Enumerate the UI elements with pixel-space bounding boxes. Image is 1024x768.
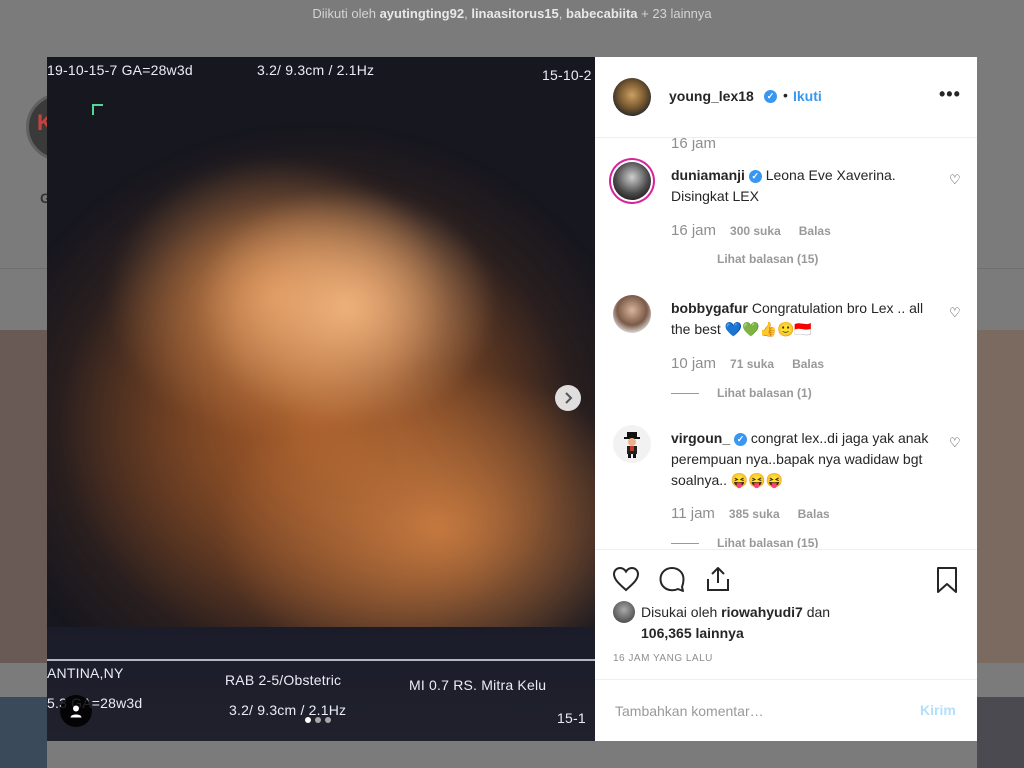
share-icon[interactable] bbox=[704, 566, 732, 592]
liker-avatar[interactable] bbox=[613, 601, 635, 623]
view-replies-link[interactable]: Lihat balasan (15) bbox=[671, 536, 818, 548]
ultrasound-header-right: 15-10-2 bbox=[542, 67, 592, 83]
more-options-icon[interactable]: ••• bbox=[939, 84, 961, 105]
carousel-indicator bbox=[305, 717, 331, 723]
ultrasound-marker bbox=[92, 104, 103, 115]
comment-likes[interactable]: 300 suka bbox=[730, 224, 781, 238]
post-photo[interactable]: 19-10-15-7 GA=28w3d 3.2/ 9.3cm / 2.1Hz 1… bbox=[47, 57, 595, 741]
post-comment-button[interactable]: Kirim bbox=[920, 702, 956, 718]
followed-by-suffix: + 23 lainnya bbox=[641, 6, 712, 21]
carousel-dot bbox=[305, 717, 311, 723]
comment-input[interactable] bbox=[613, 702, 897, 720]
ultrasound-footer-mid: RAB 2-5/Obstetric bbox=[225, 672, 342, 688]
author-avatar[interactable] bbox=[613, 78, 651, 116]
previous-comment-time: 16 jam bbox=[671, 138, 717, 152]
likes-summary: Disukai oleh riowahyudi7 dan 106,365 lai… bbox=[641, 602, 830, 644]
commenter-username[interactable]: duniamanji bbox=[671, 167, 745, 183]
add-comment-bar: Kirim bbox=[595, 679, 977, 742]
ultrasound-footer-left: ANTINA,NY bbox=[47, 665, 124, 681]
view-replies-label: Lihat balasan (15) bbox=[717, 252, 819, 266]
comment-text-block: virgoun_ ✓ congrat lex..di jaga yak anak… bbox=[671, 428, 936, 491]
background-grid-tile bbox=[0, 330, 47, 663]
commenter-username[interactable]: virgoun_ bbox=[671, 430, 730, 446]
verified-badge-icon: ✓ bbox=[764, 90, 777, 103]
comment-meta: 16 jam 300 suka Balas bbox=[671, 222, 831, 239]
verified-badge-icon: ✓ bbox=[748, 169, 762, 183]
like-comment-heart-icon[interactable]: ♡ bbox=[949, 172, 961, 188]
ultrasound-footer-right-2: 15-1 bbox=[557, 710, 586, 726]
liked-by-prefix: Disukai oleh bbox=[641, 604, 718, 620]
follower-link[interactable]: linaasitorus15 bbox=[471, 6, 558, 21]
replies-divider bbox=[671, 392, 699, 394]
header-separator: • bbox=[783, 87, 788, 103]
follower-link[interactable]: ayutingting92 bbox=[380, 6, 465, 21]
bookmark-icon[interactable] bbox=[934, 566, 960, 594]
comment-text-block: bobbygafur Congratulation bro Lex .. all… bbox=[671, 298, 936, 340]
post-timestamp[interactable]: 16 JAM YANG LALU bbox=[613, 653, 713, 664]
replies-divider bbox=[671, 542, 699, 544]
background-grid-tile bbox=[977, 697, 1024, 768]
view-replies-link[interactable]: Lihat balasan (1) bbox=[671, 386, 812, 400]
background-grid-tile bbox=[977, 330, 1024, 663]
liked-by-user[interactable]: riowahyudi7 bbox=[721, 604, 803, 620]
likes-count[interactable]: 106,365 lainnya bbox=[641, 625, 744, 641]
comment-text-block: duniamanji ✓ Leona Eve Xaverina. Disingk… bbox=[671, 165, 936, 207]
comment-icon[interactable] bbox=[658, 566, 686, 592]
comment-time: 10 jam bbox=[671, 355, 717, 372]
comment-likes[interactable]: 385 suka bbox=[729, 507, 780, 521]
reply-button[interactable]: Balas bbox=[799, 224, 831, 238]
post-header: young_lex18 ✓ • Ikuti ••• bbox=[595, 57, 977, 138]
view-replies-label: Lihat balasan (1) bbox=[717, 386, 812, 400]
ultrasound-footer-line bbox=[47, 659, 595, 661]
carousel-dot bbox=[315, 717, 321, 723]
like-comment-heart-icon[interactable]: ♡ bbox=[949, 435, 961, 451]
commenter-username[interactable]: bobbygafur bbox=[671, 300, 748, 316]
ultrasound-footer-right: MI 0.7 RS. Mitra Kelu bbox=[409, 677, 547, 693]
comment-meta: 11 jam 385 suka Balas bbox=[671, 505, 830, 522]
post-modal: 19-10-15-7 GA=28w3d 3.2/ 9.3cm / 2.1Hz 1… bbox=[47, 57, 977, 741]
ultrasound-header-mid: 3.2/ 9.3cm / 2.1Hz bbox=[257, 62, 375, 78]
author-username[interactable]: young_lex18 bbox=[669, 88, 754, 104]
user-tag-button[interactable] bbox=[60, 695, 92, 727]
heart-icon[interactable] bbox=[612, 566, 640, 592]
ultrasound-header-left: 19-10-15-7 GA=28w3d bbox=[47, 62, 193, 78]
commenter-avatar[interactable] bbox=[613, 162, 651, 200]
follow-button[interactable]: Ikuti bbox=[793, 88, 822, 104]
comment-meta: 10 jam 71 suka Balas bbox=[671, 355, 824, 372]
comments-list[interactable]: 16 jam duniamanji ✓ Leona Eve Xaverina. … bbox=[595, 138, 977, 548]
follower-link[interactable]: babecabiita bbox=[566, 6, 638, 21]
liked-by-and: dan bbox=[806, 604, 831, 620]
view-replies-label: Lihat balasan (15) bbox=[717, 536, 819, 548]
chevron-right-icon bbox=[565, 392, 573, 404]
followed-by-text: Diikuti oleh ayutingting92, linaasitorus… bbox=[0, 0, 1024, 28]
follower-separator: , bbox=[464, 6, 468, 21]
post-actions: Disukai oleh riowahyudi7 dan 106,365 lai… bbox=[595, 549, 977, 680]
verified-badge-icon: ✓ bbox=[734, 432, 748, 446]
comment-likes[interactable]: 71 suka bbox=[730, 357, 774, 371]
like-comment-heart-icon[interactable]: ♡ bbox=[949, 305, 961, 321]
ultrasound-footer-mid-2: 3.2/ 9.3cm / 2.1Hz bbox=[229, 702, 347, 718]
post-details-panel: young_lex18 ✓ • Ikuti ••• 16 jam duniama… bbox=[595, 57, 977, 741]
commenter-avatar[interactable] bbox=[613, 425, 651, 463]
follower-separator: , bbox=[558, 6, 563, 21]
commenter-avatar[interactable] bbox=[613, 295, 651, 333]
background-grid-tile bbox=[0, 697, 47, 768]
cartoon-avatar-icon bbox=[624, 432, 640, 458]
reply-button[interactable]: Balas bbox=[792, 357, 824, 371]
ultrasound-image bbox=[47, 97, 595, 697]
comment-time: 16 jam bbox=[671, 222, 717, 239]
followed-by-prefix: Diikuti oleh bbox=[312, 6, 376, 21]
reply-button[interactable]: Balas bbox=[798, 507, 830, 521]
next-photo-button[interactable] bbox=[555, 385, 581, 411]
user-tag-icon bbox=[70, 705, 82, 718]
comment-time: 11 jam bbox=[671, 505, 715, 522]
carousel-dot bbox=[325, 717, 331, 723]
view-replies-link[interactable]: Lihat balasan (15) bbox=[717, 252, 818, 266]
